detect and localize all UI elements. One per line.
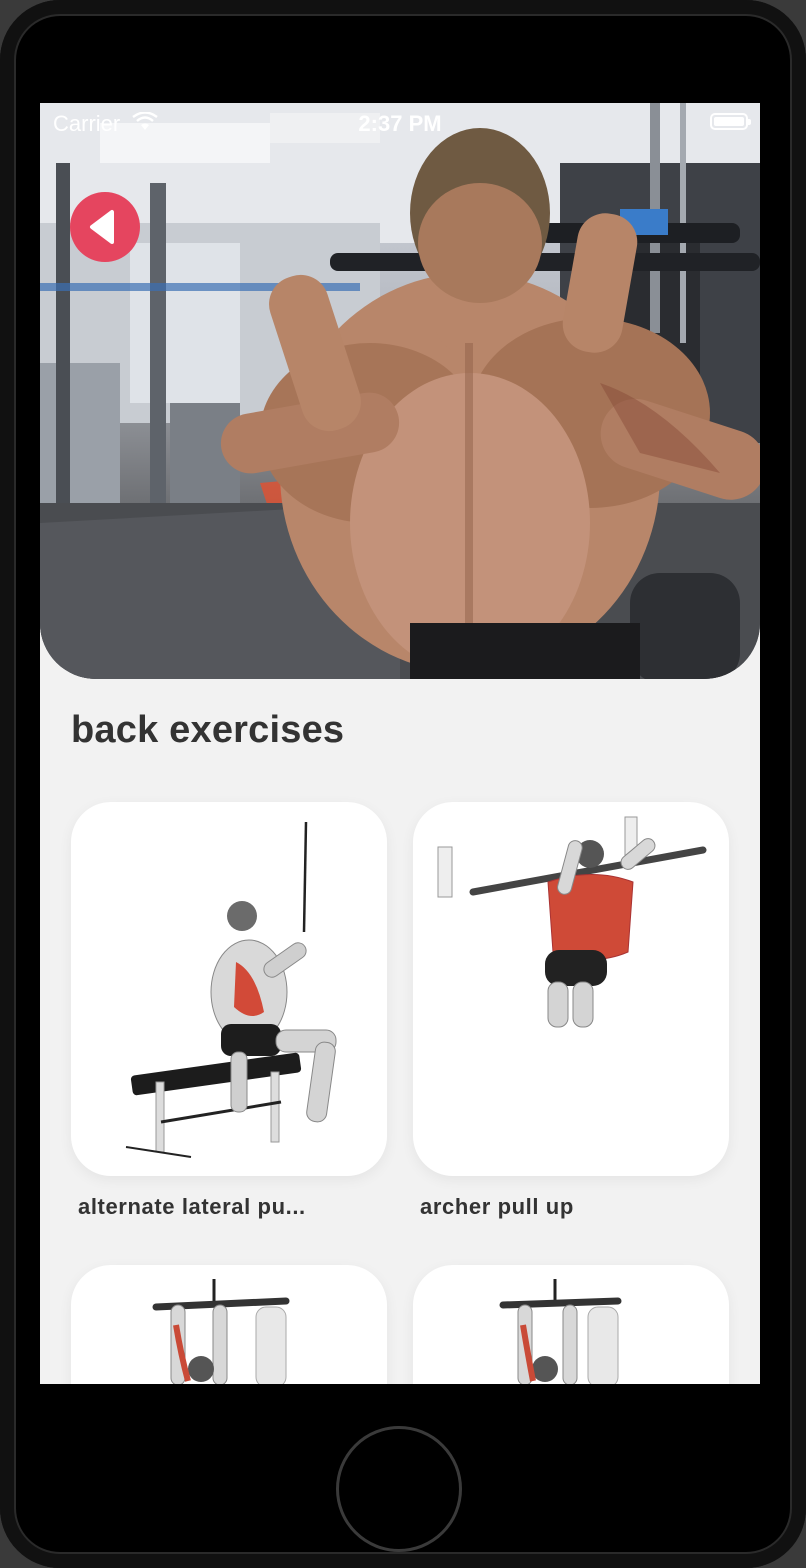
status-bar: Carrier 2:37 PM	[40, 103, 760, 143]
battery-full-icon	[710, 113, 751, 130]
app-screen: Carrier 2:37 PM back exercises alternate…	[40, 103, 760, 1384]
phone-frame: Carrier 2:37 PM back exercises alternate…	[0, 0, 806, 1568]
exercise-illustration	[125, 821, 337, 1158]
hero-illustration	[40, 103, 760, 679]
chevron-left-icon	[90, 210, 114, 244]
hero-image: Carrier 2:37 PM	[40, 103, 760, 679]
exercise-illustration	[499, 1279, 622, 1384]
section-title: back exercises	[71, 709, 345, 751]
status-time: 2:37 PM	[358, 111, 442, 136]
exercise-illustration	[152, 1279, 290, 1384]
exercise-illustration	[437, 816, 707, 1028]
exercise-card-archer-pull-up[interactable]	[413, 802, 729, 1176]
exercise-label: alternate lateral pu...	[78, 1194, 306, 1219]
exercise-card-alternate-lateral-pulldown[interactable]	[71, 802, 387, 1176]
home-button[interactable]	[336, 1426, 462, 1552]
back-button[interactable]	[70, 192, 140, 262]
exercise-card[interactable]	[71, 1265, 387, 1384]
exercise-card[interactable]	[413, 1265, 729, 1384]
exercise-label: archer pull up	[420, 1194, 574, 1219]
